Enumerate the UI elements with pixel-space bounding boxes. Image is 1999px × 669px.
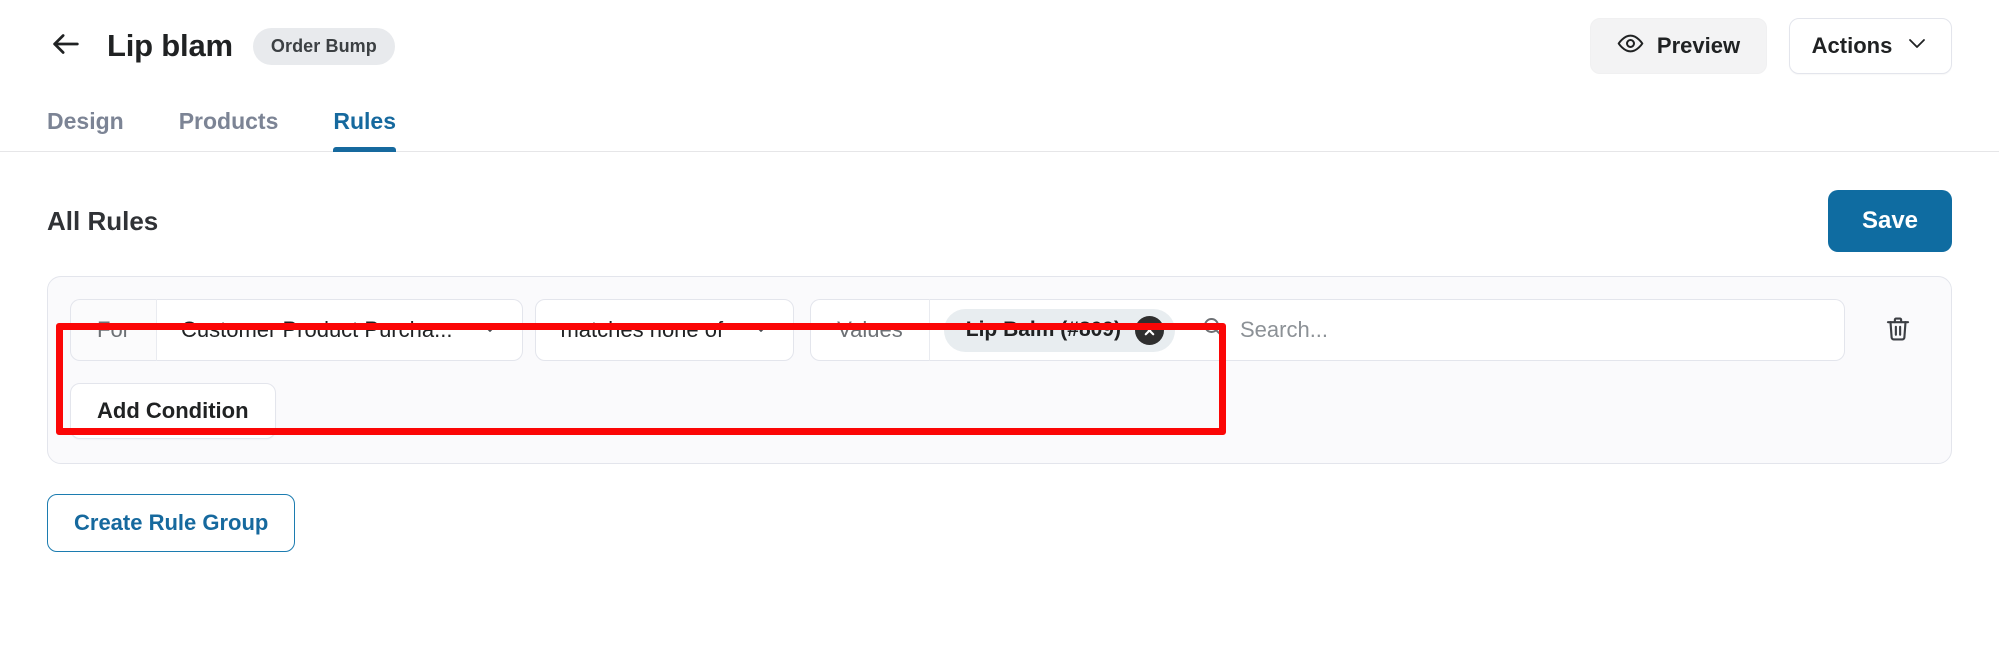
actions-button[interactable]: Actions (1789, 18, 1952, 74)
delete-condition-button[interactable] (1867, 299, 1929, 361)
chevron-down-icon (749, 315, 773, 345)
value-chip-label: Lip Balm (#809) (965, 318, 1121, 341)
values-field[interactable]: Lip Balm (#809) (928, 299, 1845, 361)
tab-rules[interactable]: Rules (333, 108, 396, 152)
rule-group-card: For Customer Product Purcha... matches n… (47, 276, 1952, 464)
section-header: All Rules Save (0, 190, 1999, 252)
subject-select-value: Customer Product Purcha... (181, 317, 453, 342)
condition-controls: For Customer Product Purcha... matches n… (70, 299, 1845, 361)
back-button[interactable] (47, 27, 85, 65)
values-search-input[interactable] (1239, 317, 1830, 343)
tab-bar: Design Products Rules (0, 92, 1999, 152)
chevron-down-icon (478, 315, 502, 345)
add-condition-button[interactable]: Add Condition (70, 383, 276, 439)
page-title: Lip blam (107, 28, 233, 63)
value-chip[interactable]: Lip Balm (#809) (943, 308, 1175, 352)
preview-button-label: Preview (1656, 33, 1741, 58)
chevron-down-icon (1905, 31, 1929, 61)
page-header: Lip blam Order Bump Preview Actions (0, 0, 1999, 92)
values-search-wrap (1187, 315, 1830, 345)
tab-products[interactable]: Products (179, 108, 279, 151)
preview-button[interactable]: Preview (1590, 18, 1767, 74)
for-label: For (70, 299, 156, 361)
save-button[interactable]: Save (1828, 190, 1952, 252)
close-circle-icon[interactable] (1134, 315, 1164, 345)
tab-design[interactable]: Design (47, 108, 124, 151)
arrow-left-icon (49, 27, 83, 66)
subject-select[interactable]: Customer Product Purcha... (156, 299, 524, 361)
operator-select-value: matches none of (560, 317, 724, 342)
status-badge: Order Bump (252, 27, 395, 65)
all-rules-title: All Rules (47, 205, 159, 236)
trash-icon (1883, 314, 1913, 347)
eye-icon (1617, 30, 1644, 63)
search-icon (1201, 315, 1225, 345)
create-rule-group-button[interactable]: Create Rule Group (47, 494, 296, 552)
actions-button-label: Actions (1811, 33, 1893, 58)
operator-select[interactable]: matches none of (535, 299, 795, 361)
condition-row: For Customer Product Purcha... matches n… (48, 299, 1951, 361)
values-label: Values (810, 299, 929, 361)
